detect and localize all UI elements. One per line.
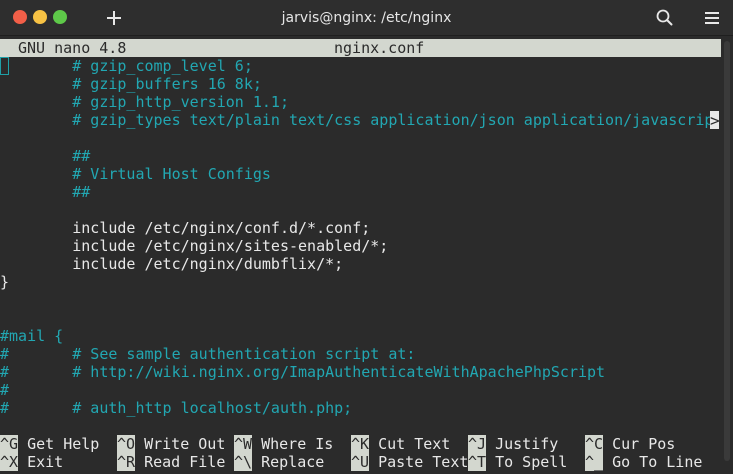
editor-line: # gzip_types text/plain text/css applica…: [0, 111, 714, 129]
shortcut-label: Read File: [135, 453, 226, 471]
shortcut-item[interactable]: ^R Read File: [117, 453, 225, 471]
shortcut-item[interactable]: ^C Cur Pos: [585, 435, 675, 453]
scrollbar[interactable]: [722, 37, 733, 474]
scrollbar-thumb[interactable]: [724, 41, 730, 461]
terminal-area[interactable]: GNU nano 4.8 nginx.conf # gzip_comp_leve…: [0, 37, 733, 474]
shortcut-item[interactable]: ^J Justify: [468, 435, 558, 453]
hamburger-menu-icon: [705, 12, 719, 14]
editor-line: # # http://wiki.nginx.org/ImapAuthentica…: [0, 363, 606, 381]
shortcut-key: ^T: [468, 453, 487, 471]
shortcut-key: ^K: [351, 435, 370, 453]
shortcut-item[interactable]: ^O Write Out: [117, 435, 225, 453]
search-icon: [656, 9, 673, 26]
shortcut-label: Cur Pos: [603, 435, 676, 453]
editor-line: ##: [0, 147, 91, 165]
shortcut-item[interactable]: ^_ Go To Line: [585, 453, 702, 471]
editor-line: # # See sample authentication script at:: [0, 345, 416, 363]
editor-line: include /etc/nginx/sites-enabled/*;: [0, 237, 389, 255]
shortcut-key: ^C: [585, 435, 604, 453]
editor-line: # gzip_http_version 1.1;: [0, 93, 289, 111]
shortcut-label: Paste Text: [369, 453, 469, 471]
shortcut-item[interactable]: ^U Paste Text: [351, 453, 468, 471]
shortcut-item[interactable]: ^W Where Is: [234, 435, 333, 453]
shortcut-key: ^R: [117, 453, 136, 471]
title-bar: jarvis@nginx: /etc/nginx: [0, 0, 733, 36]
shortcut-label: Write Out: [135, 435, 226, 453]
shortcut-item[interactable]: ^K Cut Text: [351, 435, 450, 453]
shortcut-item[interactable]: ^T To Spell: [468, 453, 567, 471]
shortcut-key: ^U: [351, 453, 370, 471]
text-cursor: [0, 57, 9, 75]
file-name: nginx.conf: [334, 39, 425, 57]
editor-line: include /etc/nginx/conf.d/*.conf;: [0, 219, 371, 237]
editor-line: #mail {: [0, 327, 64, 345]
shortcut-label: Justify: [486, 435, 559, 453]
shortcut-label: Where Is: [252, 435, 334, 453]
shortcut-key: ^W: [234, 435, 253, 453]
shortcut-key: ^\: [234, 453, 253, 471]
terminal-window: jarvis@nginx: /etc/nginx GNU nano 4.8 ng…: [0, 0, 733, 474]
menu-button[interactable]: [697, 3, 727, 33]
shortcut-key: ^J: [468, 435, 487, 453]
editor-line: #: [0, 381, 10, 399]
shortcut-key: ^X: [0, 453, 19, 471]
editor-buffer[interactable]: # gzip_comp_level 6; # gzip_buffers 16 8…: [0, 57, 733, 441]
new-tab-button[interactable]: [98, 3, 130, 33]
shortcut-key: ^_: [585, 453, 604, 471]
shortcut-key: ^O: [117, 435, 136, 453]
shortcut-label: Go To Line: [603, 453, 703, 471]
shortcut-bar: ^G Get Help ^O Write Out ^W Where Is ^K Cut…: [0, 435, 733, 474]
nano-header-bar: GNU nano 4.8 nginx.conf: [0, 39, 721, 57]
maximize-window-button[interactable]: [53, 10, 67, 24]
search-button[interactable]: [650, 3, 680, 33]
shortcut-item[interactable]: ^X Exit: [0, 453, 63, 471]
editor-line: # Virtual Host Configs: [0, 165, 271, 183]
editor-line: ##: [0, 183, 91, 201]
shortcut-key: ^G: [0, 435, 19, 453]
shortcut-item[interactable]: ^\ Replace: [234, 453, 324, 471]
shortcut-item[interactable]: ^G Get Help: [0, 435, 99, 453]
editor-line: # # auth_http localhost/auth.php;: [0, 399, 353, 417]
nano-version: GNU nano 4.8: [18, 39, 127, 57]
editor-line: }: [0, 273, 10, 291]
shortcut-label: Get Help: [18, 435, 100, 453]
shortcut-label: Exit: [18, 453, 64, 471]
minimize-window-button[interactable]: [33, 10, 47, 24]
shortcut-label: To Spell: [486, 453, 568, 471]
line-overflow-marker: >: [710, 111, 720, 130]
editor-line: # gzip_buffers 16 8k;: [0, 75, 262, 93]
editor-line: # gzip_comp_level 6;: [0, 57, 253, 75]
shortcut-label: Replace: [252, 453, 325, 471]
editor-line: include /etc/nginx/dumbflix/*;: [0, 255, 344, 273]
plus-icon: [107, 11, 121, 25]
close-window-button[interactable]: [13, 10, 27, 24]
shortcut-label: Cut Text: [369, 435, 451, 453]
